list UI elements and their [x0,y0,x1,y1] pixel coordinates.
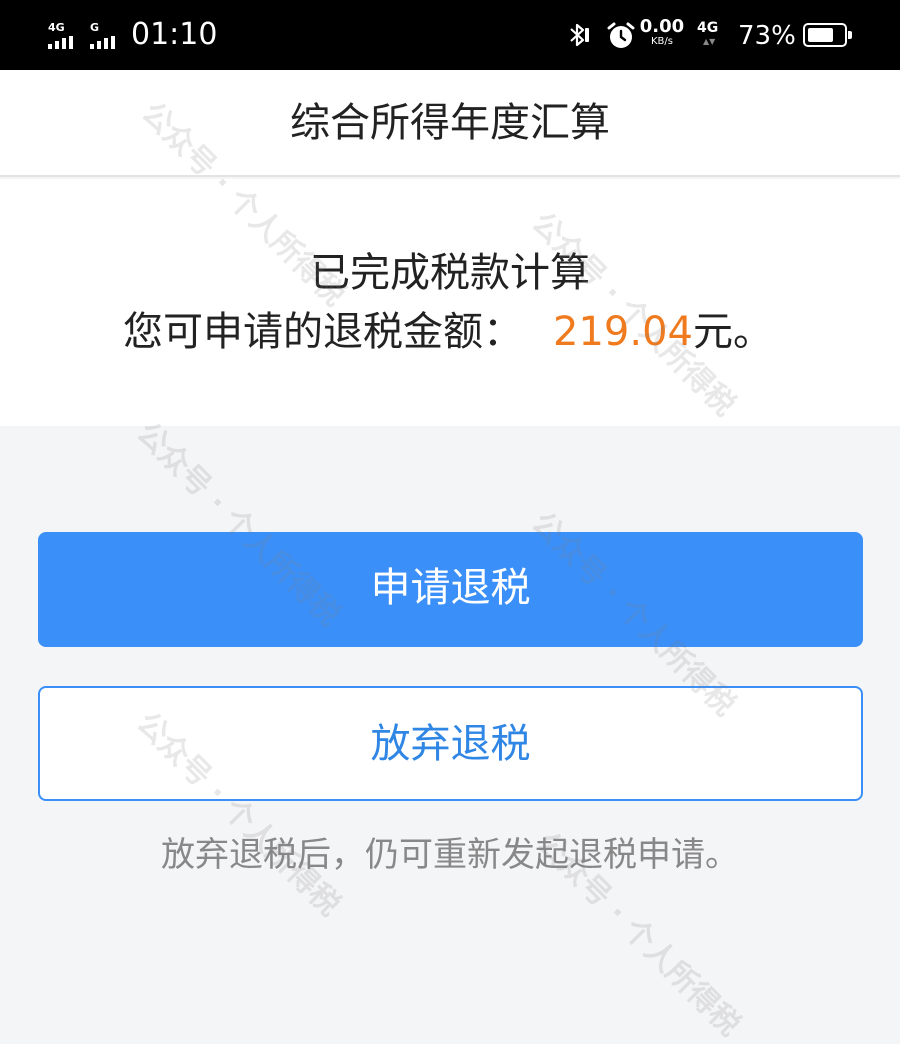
refund-label: 您可申请的退税金额： [123,309,523,355]
header: 综合所得年度汇算 [0,70,900,177]
alarm-icon [607,22,635,48]
network-speed: 0.00 KB/s [638,18,686,48]
result-panel: 已完成税款计算 您可申请的退税金额： 219.04元。 [0,179,900,426]
abandon-note: 放弃退税后，仍可重新发起退税申请。 [161,835,739,875]
sim2-network-tag: G [90,21,100,34]
battery-percent: 73% [738,21,796,51]
battery-nub [848,31,852,39]
battery-icon [803,23,852,47]
battery-fill [808,28,833,42]
network-speed-unit: KB/s [651,36,673,47]
data-arrows-icon: ▲▼ [703,37,716,46]
abandon-refund-button[interactable]: 放弃退税 [38,686,863,801]
calculation-status: 已完成税款计算 [310,250,590,296]
apply-refund-button[interactable]: 申请退税 [38,532,863,647]
network-speed-value: 0.00 [639,16,685,37]
sim1-network-tag: 4G [48,21,65,34]
refund-line: 您可申请的退税金额： 219.04元。 [123,306,773,358]
network-type-label: 4G [697,20,719,36]
status-time: 01:10 [131,17,218,52]
refund-suffix: 元。 [692,309,773,355]
page-title: 综合所得年度汇算 [290,100,610,146]
network-type: 4G ▲▼ [697,20,719,46]
signal-icon [90,36,120,49]
signal-icon [48,36,78,49]
refund-amount: 219.04 [553,309,693,355]
bluetooth-icon [570,23,589,47]
status-bar: 4G G 01:10 0.00 KB/s 4G ▲▼ 73% [0,0,900,70]
